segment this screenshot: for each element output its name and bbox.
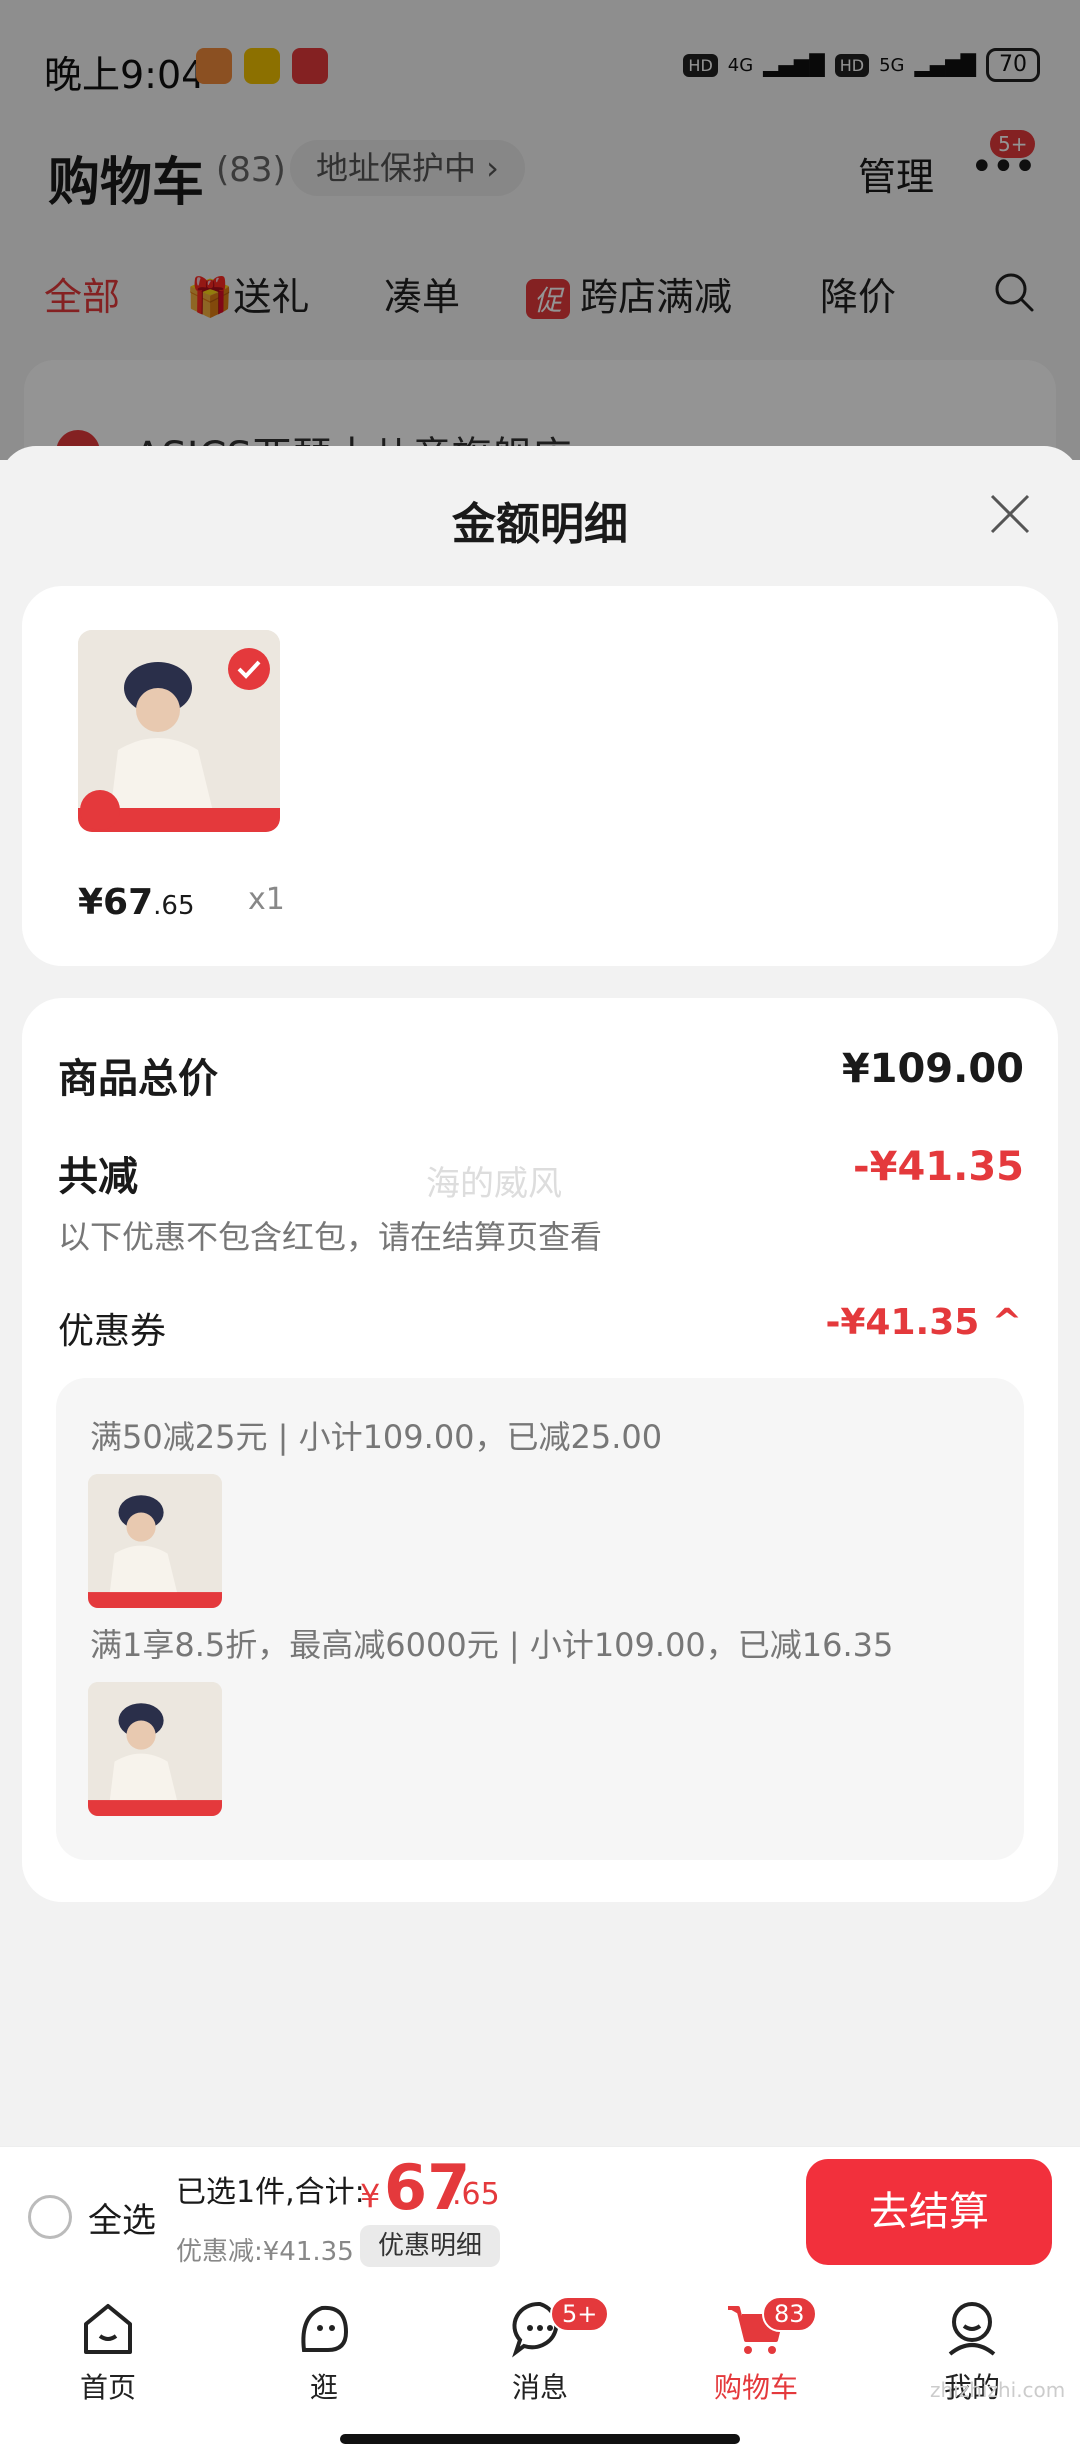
nav-label: 消息: [511, 2371, 568, 2404]
coupon-rule: 满50减25元 | 小计109.00，已减25.00: [90, 1418, 663, 1456]
home-indicator: [340, 2434, 740, 2444]
nav-item-cart[interactable]: 购物车 83: [648, 2296, 864, 2406]
cart-badge: 83: [762, 2296, 817, 2332]
nav-label: 首页: [79, 2371, 136, 2404]
amount-summary-card: 商品总价 ¥109.00 海的威风 共减 -¥41.35 以下优惠不包含红包，请…: [22, 998, 1058, 1902]
selected-check-icon: [228, 648, 270, 690]
sheet-title: 金额明细: [452, 499, 628, 550]
nav-item-home[interactable]: 首页: [0, 2296, 216, 2406]
product-price: ¥67.65: [78, 882, 195, 923]
select-all-label[interactable]: 全选: [88, 2193, 156, 2242]
watermark-text: 海的威风: [426, 1164, 562, 1204]
dim-overlay[interactable]: [0, 0, 1080, 460]
product-photo: [88, 1474, 222, 1608]
nav-label: 购物车: [713, 2371, 798, 2404]
coupon-product-image: [88, 1474, 222, 1608]
site-watermark: zhizhizhi.com: [930, 2378, 1066, 2402]
total-amount-dec: .65: [452, 2177, 500, 2212]
coupon-label: 优惠券: [58, 1311, 167, 1352]
discount-detail-button[interactable]: 优惠明细: [360, 2225, 501, 2267]
product-price-int: ¥67: [78, 882, 154, 923]
nav-item-browse[interactable]: 逛: [216, 2296, 432, 2406]
coupon-rule: 满1享8.5折，最高减6000元 | 小计109.00，已减16.35: [90, 1626, 894, 1664]
coupon-detail-box: 满50减25元 | 小计109.00，已减25.00 满1享8.5折，最高减60…: [56, 1378, 1024, 1860]
total-reduce-label: 共减: [58, 1154, 138, 1200]
checkout-bar: 全选 已选1件,合计: ¥ 67 .65 优惠减:¥41.35 优惠明细 去结算: [0, 2146, 1080, 2282]
coupon-product-image: [88, 1682, 222, 1816]
total-currency: ¥: [360, 2177, 381, 2215]
messages-badge: 5+: [550, 2296, 610, 2332]
total-reduce-value: -¥41.35: [853, 1144, 1024, 1190]
total-price-label: 商品总价: [58, 1056, 218, 1102]
select-all-radio[interactable]: [28, 2195, 72, 2239]
home-icon: [84, 2304, 132, 2354]
product-qty: x1: [248, 882, 285, 917]
product-card: ¥67.65 x1: [22, 586, 1058, 966]
bottom-nav: 首页 逛 消息 5+ 购物车 83 我的 zhizhizhi.com: [0, 2282, 1080, 2460]
selected-summary: 已选1件,合计:: [176, 2175, 365, 2210]
nav-item-messages[interactable]: 消息 5+: [432, 2296, 648, 2406]
amount-detail-sheet: 金额明细 ¥67.65 x1 商品总价 ¥109.00 海的威风 共减 -¥41…: [0, 446, 1080, 2146]
product-price-dec: .65: [153, 891, 195, 921]
browse-icon: [301, 2305, 349, 2352]
total-price-value: ¥109.00: [841, 1046, 1024, 1092]
profile-icon: [948, 2302, 996, 2356]
product-image[interactable]: [78, 630, 280, 832]
discount-note: 以下优惠不包含红包，请在结算页查看: [58, 1218, 603, 1256]
coupon-toggle[interactable]: -¥41.35 ^: [825, 1302, 1022, 1343]
product-photo: [88, 1682, 222, 1816]
discount-summary: 优惠减:¥41.35: [176, 2237, 354, 2267]
close-icon[interactable]: [986, 490, 1034, 538]
checkout-button[interactable]: 去结算: [806, 2159, 1052, 2265]
nav-label: 逛: [309, 2371, 338, 2404]
